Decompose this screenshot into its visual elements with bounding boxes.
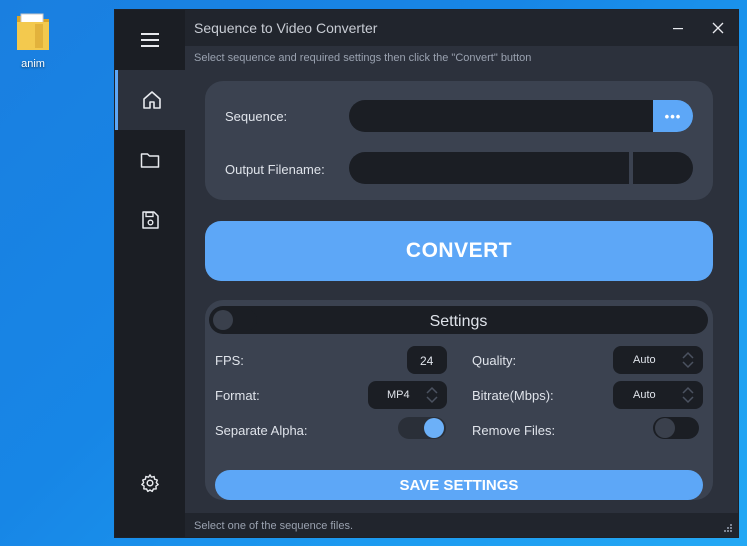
quality-spinbox[interactable]: Auto [613,346,703,374]
save-settings-button[interactable]: SAVE SETTINGS [215,470,703,500]
format-value: MP4 [387,389,410,401]
window-title: Sequence to Video Converter [194,20,378,36]
home-icon [142,91,161,109]
browse-button[interactable]: ••• [653,100,693,132]
output-filename-label: Output Filename: [225,162,325,177]
spin-arrows-icon [682,351,694,369]
separate-alpha-label: Separate Alpha: [215,423,308,438]
folder-icon [15,10,51,52]
close-icon [712,22,724,34]
settings-panel: Settings FPS: 24 Quality: Auto Format: M… [205,300,713,500]
toggle-knob [424,418,444,438]
format-label: Format: [215,388,260,403]
output-extension-field[interactable] [633,152,693,184]
sidebar-item-settings[interactable] [115,453,185,513]
input-panel: Sequence: ••• Output Filename: [205,81,713,200]
bitrate-label: Bitrate(Mbps): [472,388,554,403]
separate-alpha-toggle[interactable] [398,417,446,439]
menu-icon [141,33,159,47]
convert-button[interactable]: CONVERT [205,221,713,281]
quality-label: Quality: [472,353,517,368]
sequence-input[interactable] [349,100,693,132]
format-spinbox[interactable]: MP4 [368,381,447,409]
toggle-knob [655,418,675,438]
desktop-icon-label: anim [21,58,45,70]
close-button[interactable] [698,10,738,46]
fps-value: 24 [420,354,434,368]
spin-arrows-icon [426,386,438,404]
bitrate-value: Auto [633,389,656,401]
sidebar-item-home[interactable] [115,70,185,130]
minimize-icon [673,28,683,30]
sidebar-menu-button[interactable] [115,10,185,70]
sequence-label: Sequence: [225,109,288,124]
settings-header: Settings [209,306,708,334]
folder-icon [140,153,160,168]
remove-files-label: Remove Files: [472,423,556,438]
fps-label: FPS: [215,353,244,368]
settings-title: Settings [429,313,488,330]
remove-files-toggle[interactable] [653,417,699,439]
instruction-bar: Select sequence and required settings th… [185,46,738,70]
instruction-text: Select sequence and required settings th… [194,52,532,64]
fps-input[interactable]: 24 [407,346,447,374]
status-text: Select one of the sequence files. [194,520,353,532]
resize-grip-icon[interactable] [722,522,732,532]
quality-value: Auto [633,354,656,366]
more-icon: ••• [664,108,682,124]
save-icon [142,211,159,229]
sidebar [115,10,185,537]
sidebar-item-folder[interactable] [115,130,185,190]
spin-arrows-icon [682,386,694,404]
desktop-icon-anim[interactable]: anim [10,10,56,76]
status-bar: Select one of the sequence files. [185,513,738,537]
minimize-button[interactable] [658,10,698,46]
title-bar: Sequence to Video Converter [185,10,738,46]
sidebar-item-save[interactable] [115,190,185,250]
output-filename-input[interactable] [349,152,629,184]
app-window: Sequence to Video Converter Select seque… [114,9,739,538]
bitrate-spinbox[interactable]: Auto [613,381,703,409]
gear-icon [141,474,159,493]
